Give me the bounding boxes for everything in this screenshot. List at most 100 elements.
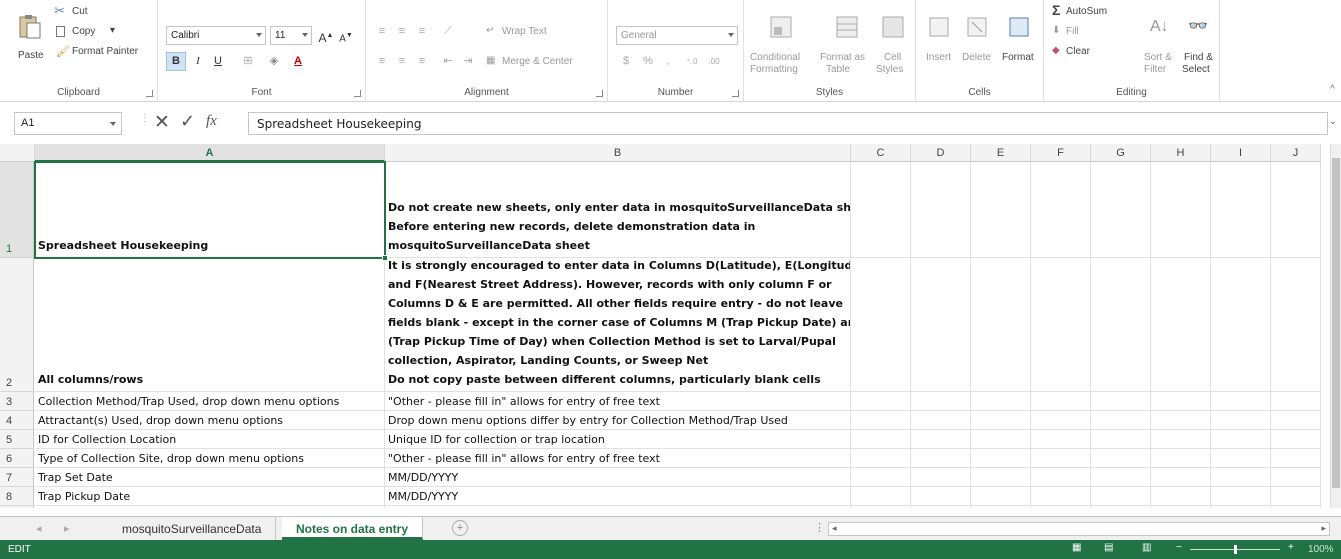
cell-h8[interactable] (1151, 487, 1211, 506)
clear-button[interactable]: ◆ Clear (1052, 44, 1112, 60)
cell-e6[interactable] (971, 449, 1031, 468)
tab-mosquito-surveillance-data[interactable]: mosquitoSurveillanceData (108, 517, 277, 540)
column-header-j[interactable]: J (1271, 144, 1321, 162)
cell-f6[interactable] (1031, 449, 1091, 468)
font-launcher-icon[interactable] (354, 90, 361, 97)
conditional-formatting-button[interactable]: Conditional Formatting (750, 14, 812, 75)
cell-a9[interactable] (35, 506, 385, 508)
cell-a3[interactable]: Collection Method/Trap Used, drop down m… (35, 392, 385, 411)
cell-f3[interactable] (1031, 392, 1091, 411)
wrap-text-button[interactable]: ↵ Wrap Text (486, 24, 596, 40)
number-format-combo[interactable]: General (616, 26, 738, 45)
cell-h3[interactable] (1151, 392, 1211, 411)
alignment-launcher-icon[interactable] (596, 90, 603, 97)
page-layout-icon[interactable]: ▤ (1104, 542, 1113, 553)
row-header-7[interactable]: 7 (0, 468, 34, 487)
decrease-decimal-icon[interactable]: .00 (704, 52, 724, 71)
shrink-font-button[interactable]: A▼ (336, 26, 356, 45)
column-header-d[interactable]: D (911, 144, 971, 162)
cell-h1[interactable] (1151, 162, 1211, 258)
cell-e4[interactable] (971, 411, 1031, 430)
cell-c6[interactable] (851, 449, 911, 468)
cell-i7[interactable] (1211, 468, 1271, 487)
cell-d8[interactable] (911, 487, 971, 506)
cell-b8[interactable]: MM/DD/YYYY (385, 487, 851, 506)
tab-notes-on-data-entry[interactable]: Notes on data entry (282, 517, 424, 540)
cell-j2[interactable] (1271, 258, 1321, 392)
cell-h5[interactable] (1151, 430, 1211, 449)
font-size-combo[interactable]: 11 (270, 26, 312, 45)
cell-d9[interactable] (911, 506, 971, 508)
cell-h7[interactable] (1151, 468, 1211, 487)
cell-c5[interactable] (851, 430, 911, 449)
cell-i2[interactable] (1211, 258, 1271, 392)
column-header-g[interactable]: G (1091, 144, 1151, 162)
cell-c7[interactable] (851, 468, 911, 487)
cut-button[interactable]: ✂ Cut (54, 3, 134, 20)
cell-styles-button[interactable]: Cell Styles (874, 14, 912, 75)
zoom-in-icon[interactable]: + (1288, 542, 1294, 553)
cell-d1[interactable] (911, 162, 971, 258)
cell-g7[interactable] (1091, 468, 1151, 487)
cell-a7[interactable]: Trap Set Date (35, 468, 385, 487)
name-box[interactable]: A1 (14, 112, 122, 135)
row-header-5[interactable]: 5 (0, 430, 34, 449)
grow-font-button[interactable]: A▲ (316, 26, 336, 45)
row-header-4[interactable]: 4 (0, 411, 34, 430)
cell-e5[interactable] (971, 430, 1031, 449)
cell-f9[interactable] (1031, 506, 1091, 508)
orientation-icon[interactable]: ⟋ (438, 22, 458, 41)
cell-c1[interactable] (851, 162, 911, 258)
cell-j4[interactable] (1271, 411, 1321, 430)
row-header-1[interactable]: 1 (0, 162, 34, 258)
column-header-e[interactable]: E (971, 144, 1031, 162)
cell-g2[interactable] (1091, 258, 1151, 392)
fill-button[interactable]: ⬇ Fill (1052, 24, 1112, 40)
merge-center-button[interactable]: ▦ Merge & Center (486, 54, 606, 70)
underline-button[interactable]: U (208, 52, 228, 71)
borders-icon[interactable]: ⊞ (238, 52, 258, 71)
currency-button[interactable]: $ (616, 52, 636, 71)
clipboard-launcher-icon[interactable] (146, 90, 153, 97)
cell-b7[interactable]: MM/DD/YYYY (385, 468, 851, 487)
cell-g6[interactable] (1091, 449, 1151, 468)
cell-a6[interactable]: Type of Collection Site, drop down menu … (35, 449, 385, 468)
cell-j7[interactable] (1271, 468, 1321, 487)
cell-b9[interactable] (385, 506, 851, 508)
cell-b2[interactable]: It is strongly encouraged to enter data … (385, 258, 851, 392)
cell-b3[interactable]: "Other - please fill in" allows for entr… (385, 392, 851, 411)
cell-f4[interactable] (1031, 411, 1091, 430)
paste-button[interactable]: Paste (16, 14, 44, 74)
decrease-indent-icon[interactable]: ⇤ (438, 52, 458, 71)
copy-dropdown-icon[interactable]: ▾ (110, 25, 115, 36)
cell-c9[interactable] (851, 506, 911, 508)
cell-i1[interactable] (1211, 162, 1271, 258)
cancel-icon[interactable]: ✕ (154, 111, 170, 134)
vertical-scrollbar[interactable] (1330, 144, 1341, 508)
bold-button[interactable]: B (166, 52, 186, 71)
number-launcher-icon[interactable] (732, 90, 739, 97)
normal-view-icon[interactable]: ▦ (1072, 542, 1081, 553)
cell-g1[interactable] (1091, 162, 1151, 258)
zoom-level[interactable]: 100% (1308, 544, 1334, 555)
vertical-scroll-thumb[interactable] (1332, 158, 1340, 488)
tab-split-handle-icon[interactable]: ⋮ (814, 521, 825, 534)
cell-b4[interactable]: Drop down menu options differ by entry f… (385, 411, 851, 430)
format-painter-button[interactable]: 🖌 Format Painter (54, 44, 154, 60)
cell-d4[interactable] (911, 411, 971, 430)
tab-next-icon[interactable]: ▸ (64, 522, 70, 535)
cell-a5[interactable]: ID for Collection Location (35, 430, 385, 449)
cell-c3[interactable] (851, 392, 911, 411)
cell-e8[interactable] (971, 487, 1031, 506)
tab-prev-icon[interactable]: ◂ (36, 522, 42, 535)
cell-g4[interactable] (1091, 411, 1151, 430)
cell-i9[interactable] (1211, 506, 1271, 508)
insert-function-icon[interactable]: fx (206, 113, 217, 130)
zoom-out-icon[interactable]: − (1176, 542, 1182, 553)
column-header-h[interactable]: H (1151, 144, 1211, 162)
format-as-table-button[interactable]: Format as Table (820, 14, 870, 75)
cell-g5[interactable] (1091, 430, 1151, 449)
font-color-icon[interactable]: A (288, 52, 308, 71)
cell-d7[interactable] (911, 468, 971, 487)
cell-j6[interactable] (1271, 449, 1321, 468)
